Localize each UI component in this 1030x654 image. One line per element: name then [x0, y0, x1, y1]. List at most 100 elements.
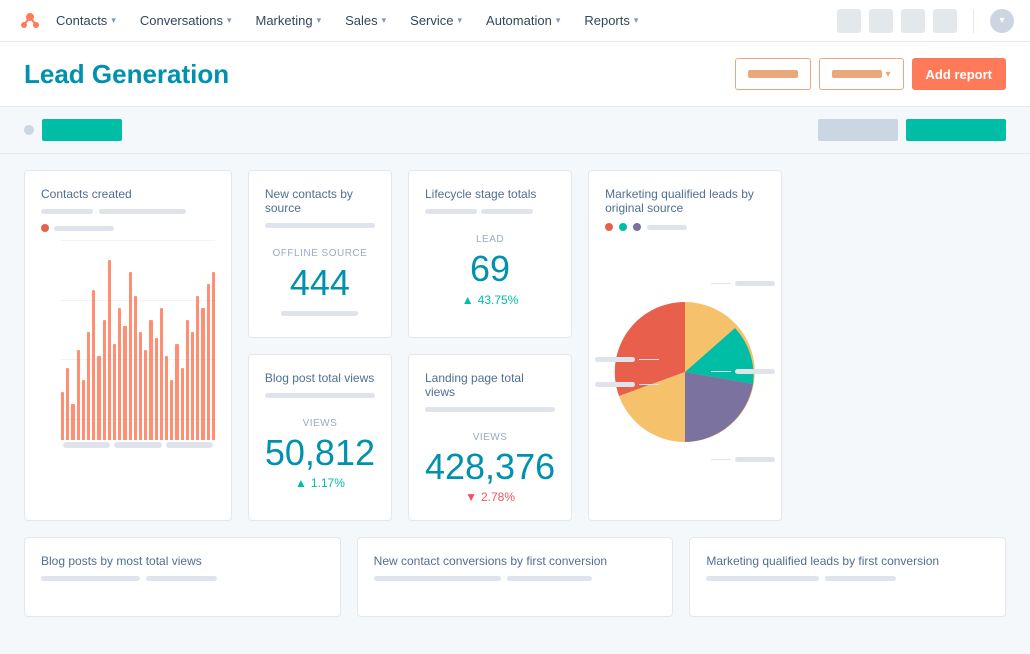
bar-21: [170, 380, 173, 440]
add-report-button[interactable]: Add report: [912, 58, 1006, 90]
legend-dot-red: [41, 224, 49, 232]
filter-dot-gray: [24, 125, 34, 135]
header-actions: ▾ Add report: [735, 58, 1006, 90]
nav-conversations-chevron: ▾: [227, 15, 232, 26]
nav-sales[interactable]: Sales ▾: [333, 0, 398, 42]
card-lc-title: Lifecycle stage totals: [425, 187, 555, 201]
bar-19: [160, 308, 163, 440]
legend-bar: [54, 226, 114, 231]
bar-13: [129, 272, 132, 440]
bar-4: [82, 380, 85, 440]
stat-lv-subtitle: VIEWS: [425, 432, 555, 443]
bar-10: [113, 344, 116, 440]
page-title: Lead Generation: [24, 59, 229, 90]
nav-service-chevron: ▾: [458, 15, 463, 26]
nav-sales-chevron: ▾: [382, 15, 387, 26]
card-bmv-title: Blog posts by most total views: [41, 554, 324, 568]
bar-20: [165, 356, 168, 440]
card-contacts-created: Contacts created ​ ​ ​ ​: [24, 170, 232, 521]
pie-legend-dot-purple: [633, 223, 641, 231]
stat-bv-subtitle: VIEWS: [265, 418, 375, 429]
nav-divider: [973, 9, 974, 33]
bar-11: [118, 308, 121, 440]
card-landing-views: Landing page total views VIEWS 428,376 ▼…: [408, 354, 572, 522]
bar-25: [191, 332, 194, 440]
pie-legend-bar: [647, 225, 687, 230]
card-blog-most-views: Blog posts by most total views: [24, 537, 341, 617]
bar-3: [77, 350, 80, 440]
filter-btn-1[interactable]: [735, 58, 811, 90]
stat-bv-change: ▲ 1.17%: [265, 476, 375, 490]
nav-marketing[interactable]: Marketing ▾: [243, 0, 333, 42]
card-bv-title: Blog post total views: [265, 371, 375, 385]
hubspot-logo: [16, 7, 44, 35]
bar-0: [61, 392, 64, 440]
nav-automation[interactable]: Automation ▾: [474, 0, 572, 42]
arrow-up-icon: ▲: [462, 293, 474, 307]
pie-legend-item-1: [711, 281, 775, 286]
filter-left: [24, 119, 122, 141]
card-new-contacts-source: New contacts by source OFFLINE SOURCE 44…: [248, 170, 392, 338]
bar-8: [103, 320, 106, 440]
nav-right: ▾: [837, 9, 1014, 33]
bar-24: [186, 320, 189, 440]
stat-bv-value: 50,812: [265, 433, 375, 473]
filter-pill-gray[interactable]: [818, 119, 898, 141]
nav-contacts-chevron: ▾: [111, 15, 116, 26]
bar-12: [123, 326, 126, 440]
bar-27: [201, 308, 204, 440]
stat-lv-change: ▼ 2.78%: [425, 490, 555, 504]
nav-avatar[interactable]: ▾: [990, 9, 1014, 33]
stat-lc-value: 69: [425, 249, 555, 289]
card-ncs-title: New contacts by source: [265, 187, 375, 215]
middle-2x2: New contacts by source OFFLINE SOURCE 44…: [248, 170, 572, 521]
nav-icon-3[interactable]: [901, 9, 925, 33]
stat-bv-change-value: 1.17%: [311, 476, 345, 490]
pie-chart-svg: [605, 292, 765, 452]
nav-conversations-label: Conversations: [140, 13, 223, 28]
card-blog-views: Blog post total views VIEWS 50,812 ▲ 1.1…: [248, 354, 392, 522]
pie-legend-dot-teal: [619, 223, 627, 231]
nav-contacts[interactable]: Contacts ▾: [44, 0, 128, 42]
bottom-row: Blog posts by most total views New conta…: [24, 537, 1006, 617]
card-mql-source: Marketing qualified leads by original so…: [588, 170, 782, 521]
stat-lc-change-value: 43.75%: [478, 293, 519, 307]
nav-sales-label: Sales: [345, 13, 378, 28]
card-lifecycle: Lifecycle stage totals LEAD 69 ▲ 43.75%: [408, 170, 572, 338]
nav-conversations[interactable]: Conversations ▾: [128, 0, 244, 42]
card-mql-conversion: Marketing qualified leads by first conve…: [689, 537, 1006, 617]
stat-ncs-subtitle: OFFLINE SOURCE: [265, 248, 375, 259]
dashboard: Contacts created ​ ​ ​ ​: [0, 154, 1030, 633]
nav-icon-1[interactable]: [837, 9, 861, 33]
x-label-bar: [166, 442, 213, 448]
navbar: Contacts ▾ Conversations ▾ Marketing ▾ S…: [0, 0, 1030, 42]
stat-lc-subtitle: LEAD: [425, 234, 555, 245]
nav-reports[interactable]: Reports ▾: [572, 0, 650, 42]
arrow-down-icon: ▼: [465, 490, 477, 504]
nav-service[interactable]: Service ▾: [398, 0, 474, 42]
bar-28: [207, 284, 210, 440]
stat-ncs-value: 444: [265, 263, 375, 303]
filter-pill-teal[interactable]: [42, 119, 122, 141]
bar-7: [97, 356, 100, 440]
stat-lv-value: 428,376: [425, 447, 555, 487]
pie-legend-dot-red: [605, 223, 613, 231]
nav-automation-chevron: ▾: [556, 15, 561, 26]
bar-14: [134, 296, 137, 440]
x-label-bar: [114, 442, 161, 448]
nav-reports-label: Reports: [584, 13, 630, 28]
card-mql-title: Marketing qualified leads by original so…: [605, 187, 765, 215]
pie-legend-item-3: [711, 457, 775, 462]
x-label-bar: [63, 442, 110, 448]
nav-automation-label: Automation: [486, 13, 552, 28]
card-nc-title: New contact conversions by first convers…: [374, 554, 657, 568]
nav-icon-2[interactable]: [869, 9, 893, 33]
card-mqlc-title: Marketing qualified leads by first conve…: [706, 554, 989, 568]
nav-icon-4[interactable]: [933, 9, 957, 33]
filter-btn-2[interactable]: ▾: [819, 58, 904, 90]
bar-26: [196, 296, 199, 440]
bar-6: [92, 290, 95, 440]
nav-marketing-chevron: ▾: [317, 15, 322, 26]
filter-pill-teal-right[interactable]: [906, 119, 1006, 141]
card-contacts-title: Contacts created: [41, 187, 215, 201]
